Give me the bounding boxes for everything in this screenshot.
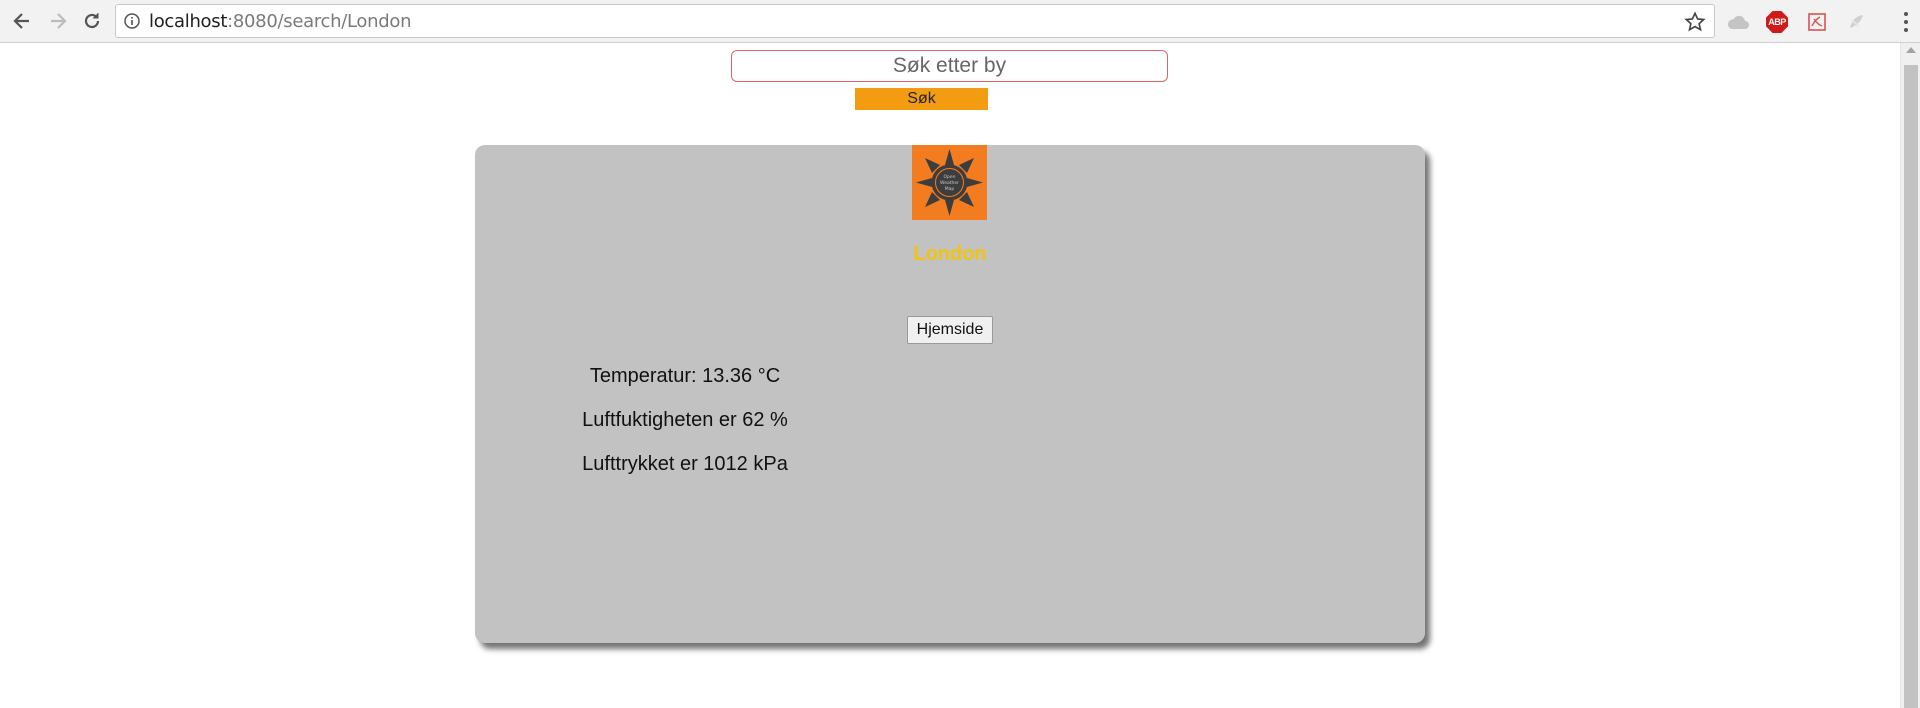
scroll-up-arrow-icon[interactable]	[1906, 47, 1916, 53]
browser-toolbar: localhost:8080/search/London ABP	[0, 0, 1920, 43]
pressure-text: Lufttrykket er 1012 kPa	[582, 453, 788, 475]
extension-icon[interactable]	[1843, 9, 1869, 35]
url-path: :8080/search/London	[227, 11, 412, 32]
url-host: localhost	[149, 11, 228, 32]
city-search-input[interactable]	[731, 50, 1168, 82]
search-button[interactable]: Søk	[855, 88, 988, 110]
pdf-extension-icon[interactable]	[1804, 9, 1830, 35]
temperature-text: Temperatur: 13.36 °C	[589, 365, 781, 387]
back-arrow-icon[interactable]	[7, 6, 37, 36]
reload-icon[interactable]	[77, 6, 107, 36]
weather-card: Open Weather Map London Hjemside Tempera…	[475, 145, 1425, 643]
star-icon[interactable]	[1684, 11, 1706, 33]
openweathermap-logo: Open Weather Map	[912, 145, 987, 220]
forward-arrow-icon[interactable]	[43, 6, 73, 36]
humidity-text: Luftfuktigheten er 62 %	[582, 409, 788, 431]
cloud-extension-icon[interactable]	[1725, 9, 1751, 35]
svg-text:Open: Open	[943, 174, 955, 180]
info-icon[interactable]	[124, 13, 140, 29]
svg-text:Weather: Weather	[940, 180, 959, 186]
adblock-plus-icon[interactable]: ABP	[1764, 9, 1790, 35]
url-text: localhost:8080/search/London	[149, 12, 411, 32]
scroll-thumb[interactable]	[1904, 65, 1918, 708]
abp-label: ABP	[1766, 11, 1788, 33]
svg-text:Map: Map	[945, 186, 955, 192]
vertical-scrollbar[interactable]	[1900, 43, 1920, 708]
address-bar[interactable]: localhost:8080/search/London	[115, 4, 1715, 38]
menu-dots-icon[interactable]	[1902, 10, 1910, 34]
home-button[interactable]: Hjemside	[907, 316, 993, 344]
city-name: London	[913, 243, 987, 265]
